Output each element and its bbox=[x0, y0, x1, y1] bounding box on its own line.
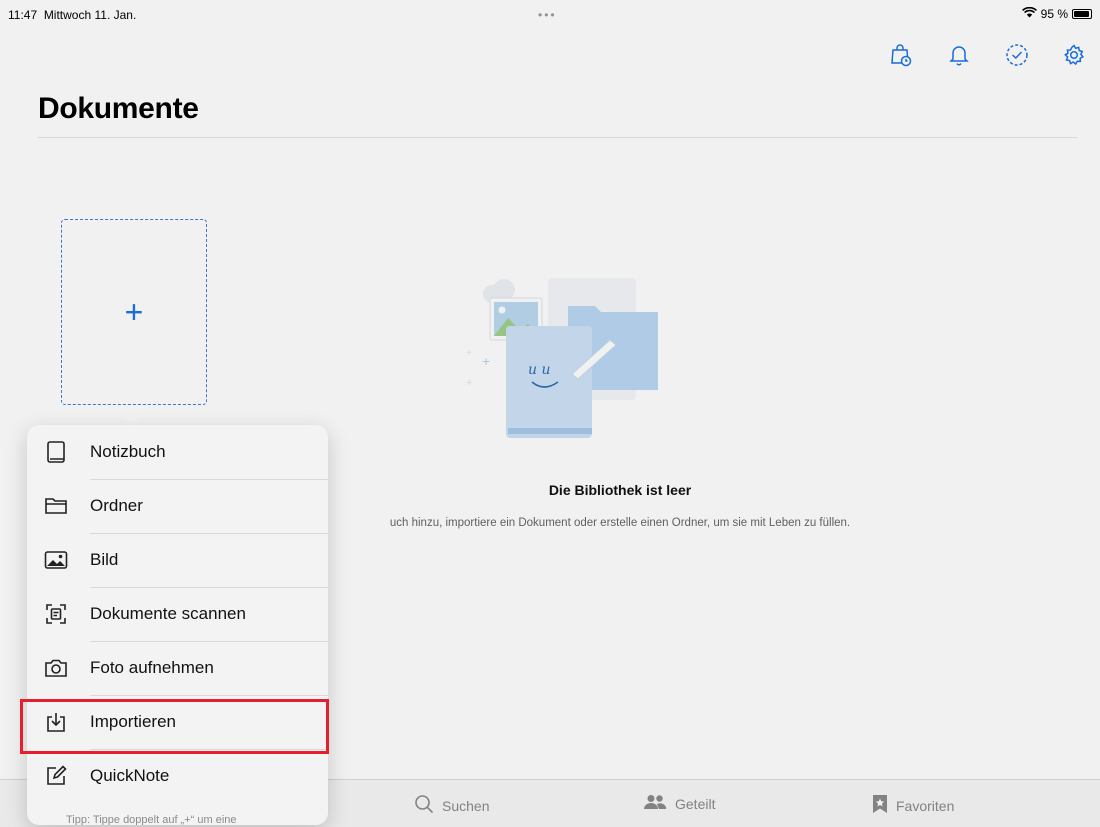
notebook-icon bbox=[43, 439, 69, 465]
quicknote-icon bbox=[43, 763, 69, 789]
menu-item-take-photo[interactable]: Foto aufnehmen bbox=[27, 641, 328, 695]
menu-item-label: Bild bbox=[90, 550, 119, 569]
highlight-box bbox=[20, 699, 329, 754]
menu-item-label: QuickNote bbox=[90, 766, 170, 785]
image-icon bbox=[43, 547, 69, 573]
menu-item-label: Ordner bbox=[90, 496, 143, 515]
menu-item-image[interactable]: Bild bbox=[27, 533, 328, 587]
add-menu-popover: Notizbuch Ordner Bild Dokumente scannen … bbox=[27, 425, 328, 825]
menu-item-label: Foto aufnehmen bbox=[90, 658, 214, 677]
menu-item-quicknote[interactable]: QuickNote bbox=[27, 749, 328, 803]
camera-icon bbox=[43, 655, 69, 681]
popover-tip: Tipp: Tippe doppelt auf „+“ um eine bbox=[66, 814, 237, 825]
folder-icon bbox=[43, 493, 69, 519]
menu-item-label: Dokumente scannen bbox=[90, 604, 246, 623]
menu-item-scan-documents[interactable]: Dokumente scannen bbox=[27, 587, 328, 641]
menu-item-notebook[interactable]: Notizbuch bbox=[27, 425, 328, 479]
menu-item-label: Notizbuch bbox=[90, 442, 166, 461]
menu-item-folder[interactable]: Ordner bbox=[27, 479, 328, 533]
scan-document-icon bbox=[43, 601, 69, 627]
